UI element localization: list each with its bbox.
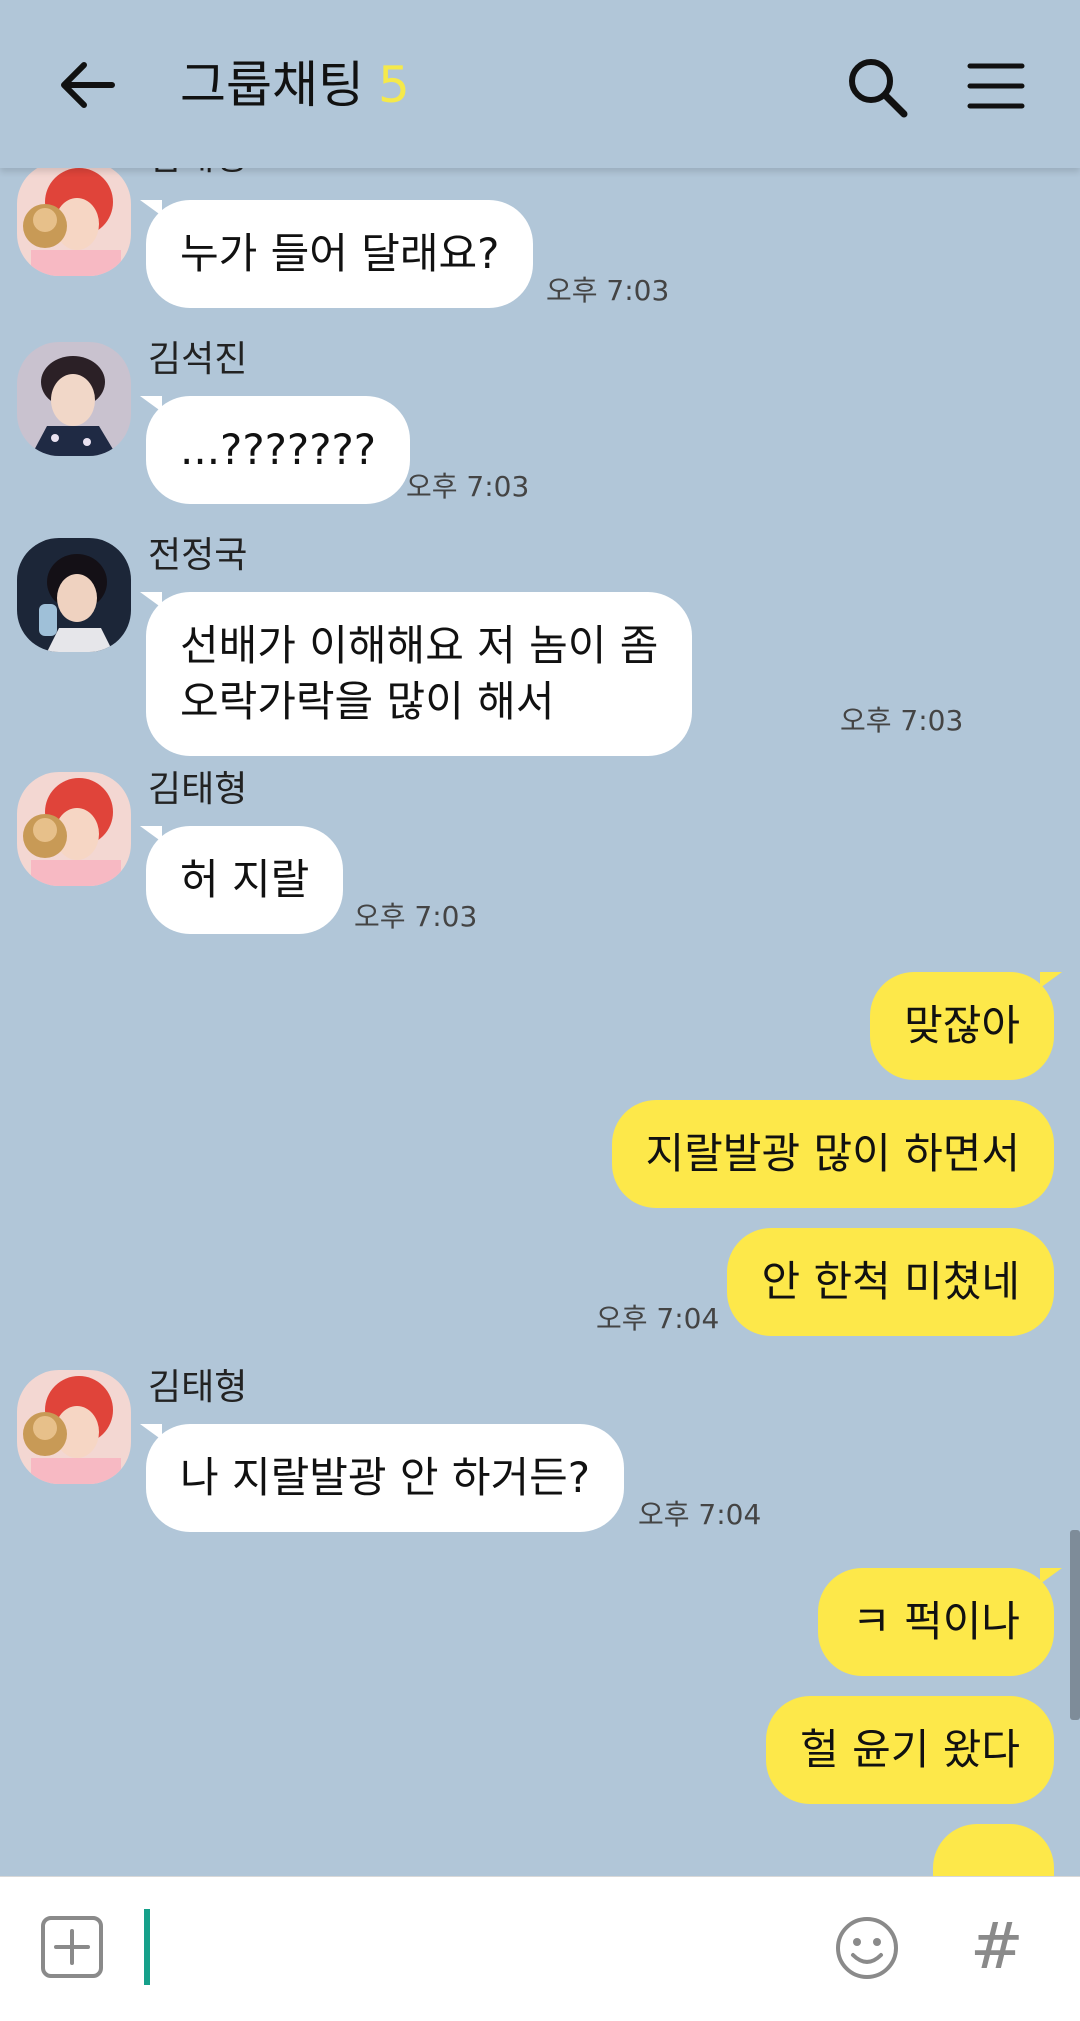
emoji-icon[interactable] [834, 1915, 900, 1981]
message-line: 선배가 이해해요 저 놈이 좀 [180, 621, 659, 670]
message-time: 오후 7:03 [354, 900, 478, 933]
menu-icon[interactable] [966, 56, 1026, 116]
avatar-jeon-jungkook[interactable] [17, 538, 131, 652]
message-input-field[interactable] [144, 1909, 150, 1985]
message-time: 오후 7:03 [406, 470, 530, 503]
scrollbar[interactable] [1070, 1530, 1080, 1720]
message-line: 오락가락을 많이 해서 [180, 677, 555, 726]
message-bubble[interactable]: 선배가 이해해요 저 놈이 좀 오락가락을 많이 해서 [146, 592, 693, 756]
message-bubble[interactable]: ...??????? [146, 396, 411, 504]
sender-name: 김태형 [148, 769, 248, 810]
add-attachment-icon[interactable] [40, 1915, 104, 1979]
my-message-bubble[interactable]: 안 한척 미쳤네 [727, 1228, 1054, 1336]
message-time: 오후 7:03 [840, 704, 964, 737]
bubble-tail [1040, 972, 1062, 988]
message-time: 오후 7:03 [546, 274, 670, 307]
message-bubble[interactable]: 허 지랄 [146, 826, 344, 934]
avatar-kim-taehyung[interactable] [17, 168, 131, 276]
message-bubble[interactable]: 누가 들어 달래요? [146, 200, 534, 308]
sender-name: 김태형 [148, 168, 247, 180]
bubble-tail [1040, 1568, 1062, 1584]
chat-title-text: 그룹채팅 [180, 56, 364, 114]
message-time: 오후 7:04 [596, 1302, 720, 1335]
my-message-bubble[interactable]: .... [932, 1824, 1054, 1876]
search-icon[interactable] [842, 52, 912, 122]
my-message-bubble[interactable]: 헐 윤기 왔다 [766, 1696, 1054, 1804]
member-count: 5 [378, 56, 410, 114]
sender-name: 김태형 [148, 1367, 248, 1408]
sender-name: 김석진 [148, 339, 248, 380]
message-list[interactable]: 김태형 누가 들어 달래요? 오후 7:03 김석진 ...??????? 오후… [0, 168, 1080, 1876]
hashtag-button[interactable]: # [970, 1907, 1024, 1987]
avatar-kim-seokjin[interactable] [17, 342, 131, 456]
message-time: 오후 7:04 [638, 1498, 762, 1531]
message-bubble[interactable]: 나 지랄발광 안 하거든? [146, 1424, 625, 1532]
my-message-bubble[interactable]: ㅋ 퍽이나 [818, 1568, 1054, 1676]
chat-header: 그룹채팅 5 [0, 0, 1080, 168]
sender-name: 전정국 [148, 535, 248, 576]
my-message-bubble[interactable]: 지랄발광 많이 하면서 [611, 1100, 1054, 1208]
message-input-bar: # [0, 1876, 1080, 2021]
my-message-bubble[interactable]: 맞잖아 [870, 972, 1054, 1080]
chat-title: 그룹채팅 5 [180, 52, 410, 118]
avatar-kim-taehyung[interactable] [17, 772, 131, 886]
back-arrow-icon[interactable] [52, 50, 122, 120]
avatar-kim-taehyung[interactable] [17, 1370, 131, 1484]
